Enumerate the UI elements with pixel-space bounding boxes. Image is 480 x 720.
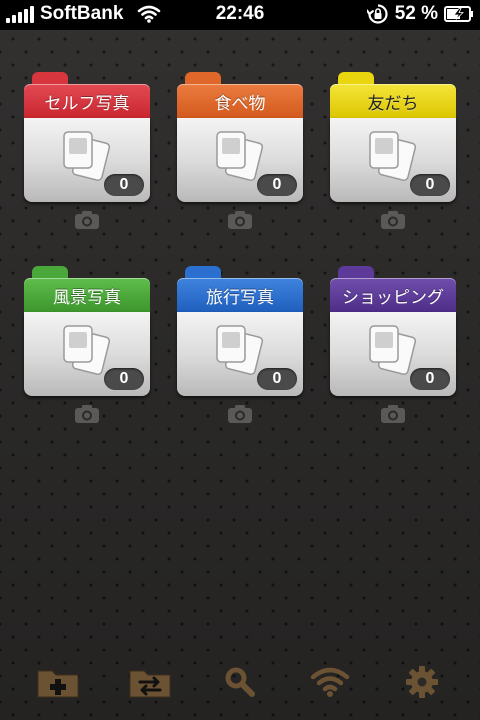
camera-icon[interactable] — [380, 210, 406, 230]
camera-icon[interactable] — [74, 210, 100, 230]
camera-icon[interactable] — [380, 404, 406, 424]
folder-header: 旅行写真 — [177, 278, 303, 312]
new-folder-button[interactable] — [34, 662, 82, 702]
folder-shopping[interactable]: ショッピング 0 — [330, 266, 456, 426]
folder-body: 0 — [177, 118, 303, 202]
bottom-toolbar — [0, 654, 480, 710]
battery-charging-icon — [444, 6, 473, 22]
folder-header: セルフ写真 — [24, 84, 150, 118]
photo-stack-icon — [369, 325, 416, 375]
folder-body: 0 — [177, 312, 303, 396]
folder-label: ショッピング — [342, 287, 444, 308]
wifi-icon — [310, 667, 350, 697]
wifi-share-button[interactable] — [306, 662, 354, 702]
camera-icon[interactable] — [227, 404, 253, 424]
folder-header: ショッピング — [330, 278, 456, 312]
photo-stack-icon — [63, 325, 110, 375]
search-icon — [225, 667, 255, 697]
photo-count-badge: 0 — [104, 174, 144, 196]
folder-body: 0 — [330, 312, 456, 396]
folder-scenery[interactable]: 風景写真 0 — [24, 266, 150, 426]
settings-button[interactable] — [398, 662, 446, 702]
status-right: 52 % — [366, 3, 474, 25]
folder-food[interactable]: 食べ物 0 — [177, 72, 303, 232]
folder-self-photo[interactable]: セルフ写真 0 — [24, 72, 150, 232]
photo-stack-icon — [63, 131, 110, 181]
settings-icon — [406, 666, 438, 698]
move-folder-button[interactable] — [126, 662, 174, 702]
folder-travel[interactable]: 旅行写真 0 — [177, 266, 303, 426]
folder-header: 食べ物 — [177, 84, 303, 118]
photo-count-badge: 0 — [104, 368, 144, 390]
folder-label: 旅行写真 — [206, 287, 274, 308]
photo-count-badge: 0 — [410, 174, 450, 196]
photo-stack-icon — [369, 131, 416, 181]
folder-header: 風景写真 — [24, 278, 150, 312]
folder-body: 0 — [24, 118, 150, 202]
photo-stack-icon — [216, 131, 263, 181]
new-folder-icon — [37, 670, 79, 698]
search-button[interactable] — [216, 662, 264, 702]
photo-count-badge: 0 — [257, 368, 297, 390]
photo-stack-icon — [216, 325, 263, 375]
folder-body: 0 — [330, 118, 456, 202]
folder-body: 0 — [24, 312, 150, 396]
folder-label: 風景写真 — [53, 287, 121, 308]
folder-label: 友だち — [367, 93, 419, 114]
photo-count-badge: 0 — [410, 368, 450, 390]
photo-count-badge: 0 — [257, 174, 297, 196]
camera-icon[interactable] — [227, 210, 253, 230]
camera-icon[interactable] — [74, 404, 100, 424]
folder-friends[interactable]: 友だち 0 — [330, 72, 456, 232]
folder-header: 友だち — [330, 84, 456, 118]
folder-label: 食べ物 — [214, 93, 266, 114]
battery-percent: 52 % — [394, 3, 438, 24]
rotation-lock-icon — [366, 4, 388, 24]
move-folder-icon — [129, 670, 171, 698]
status-bar: SoftBank 22:46 52 % — [0, 0, 480, 30]
folder-label: セルフ写真 — [44, 93, 130, 114]
